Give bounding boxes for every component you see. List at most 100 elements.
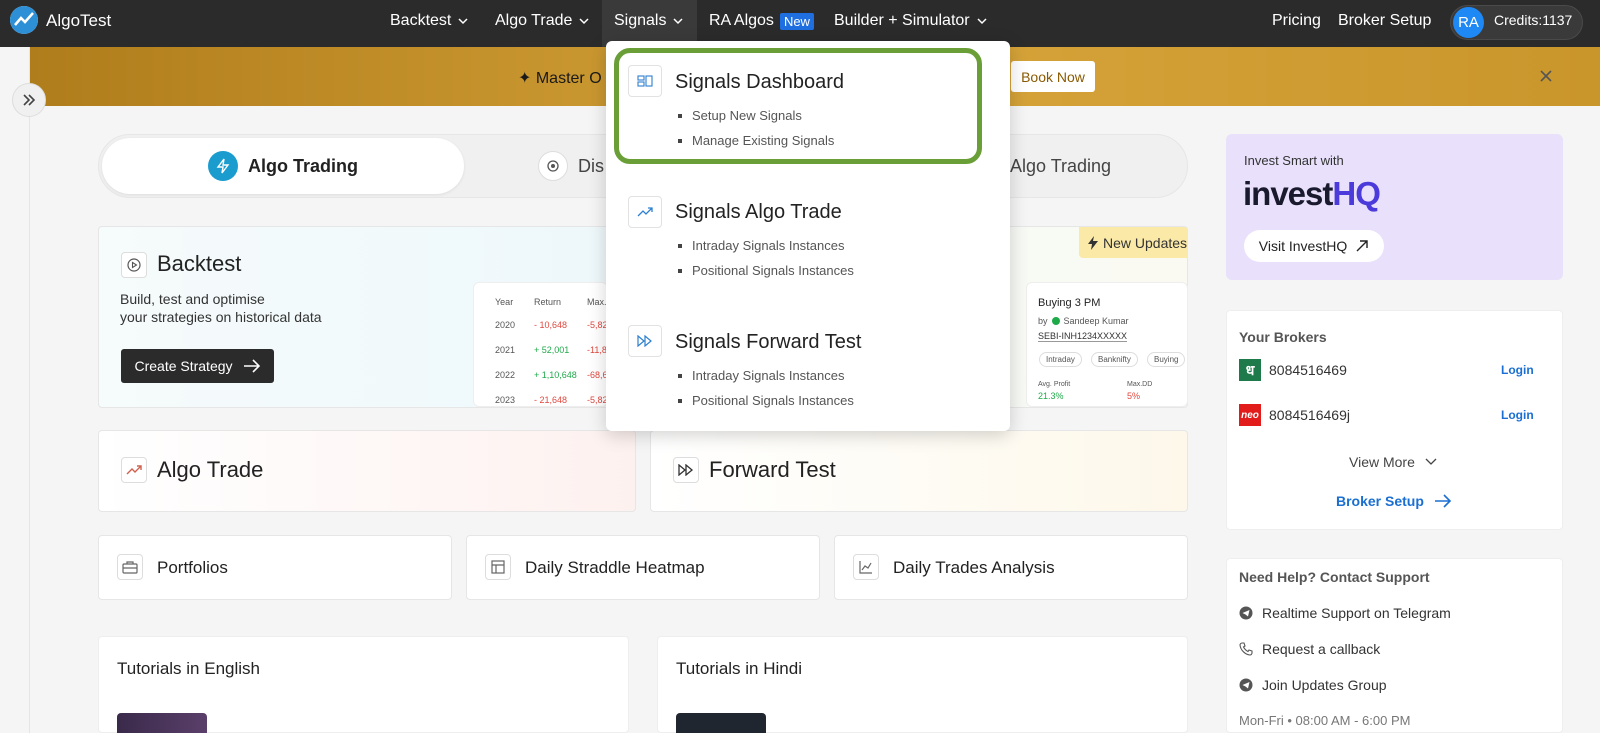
preview-by: by: [1038, 316, 1048, 326]
backtest-desc-line2: your strategies on historical data: [120, 309, 322, 325]
algo-positional-instances-link[interactable]: Positional Signals Instances: [678, 263, 854, 278]
table-cell: -11,8: [587, 345, 607, 355]
phone-icon: [1239, 642, 1253, 656]
nav-algo-trade-label: Algo Trade: [495, 12, 573, 29]
signals-algo-trade-link[interactable]: Signals Algo Trade: [675, 201, 842, 224]
visit-investhq-label: Visit InvestHQ: [1258, 238, 1348, 254]
tutorials-english-title: Tutorials in English: [117, 659, 260, 678]
request-callback-label: Request a callback: [1262, 641, 1381, 657]
bullet: [678, 268, 682, 273]
nav-builder-label: Builder + Simulator: [834, 12, 970, 29]
nav-algo-trade[interactable]: Algo Trade: [495, 12, 590, 30]
preview-stat2-value: 5%: [1127, 391, 1141, 401]
trending-up-icon: [628, 196, 662, 228]
nav-builder-simulator[interactable]: Builder + Simulator: [834, 12, 988, 30]
table-cell: -5,82: [587, 320, 608, 330]
support-telegram-label: Realtime Support on Telegram: [1262, 605, 1451, 621]
broker-login-link[interactable]: Login: [1501, 408, 1534, 422]
tutorials-hindi-title: Tutorials in Hindi: [676, 659, 802, 678]
chevron-down-icon: [458, 18, 468, 25]
ft-intraday-instances-link[interactable]: Intraday Signals Instances: [678, 368, 844, 383]
support-telegram-link[interactable]: Realtime Support on Telegram: [1239, 605, 1451, 621]
view-more-label: View More: [1349, 454, 1415, 470]
brokers-title: Your Brokers: [1239, 329, 1327, 345]
chevron-down-icon: [673, 18, 684, 25]
avatar[interactable]: RA: [1453, 7, 1484, 38]
preview-sebi: SEBI-INH1234XXXXX: [1038, 331, 1128, 342]
new-badge: New: [779, 12, 814, 30]
support-hours: Mon-Fri • 08:00 AM - 6:00 PM: [1239, 713, 1411, 728]
broker-setup-label: Broker Setup: [1336, 493, 1424, 509]
tab-second-icon[interactable]: [538, 151, 568, 181]
support-title: Need Help? Contact Support: [1239, 569, 1430, 585]
sidebar-toggle-button[interactable]: [12, 83, 46, 117]
preview-stat1-value: 21.3%: [1038, 391, 1064, 401]
table-cell: - 21,648: [534, 395, 568, 405]
join-updates-link[interactable]: Join Updates Group: [1239, 677, 1387, 693]
nav-ra-algos-label: RA Algos: [709, 12, 774, 29]
double-chevron-right-icon: [23, 94, 36, 106]
request-callback-link[interactable]: Request a callback: [1239, 641, 1380, 657]
broker-number: 8084516469j: [1269, 407, 1350, 423]
broker-logo: ध: [1239, 359, 1261, 381]
tab-second-label[interactable]: Dis: [578, 156, 604, 177]
backtest-preview-table: Year Return Max. 2020 - 10,648 -5,82 202…: [473, 282, 608, 407]
table-cell: -5,82: [587, 395, 608, 405]
tutorial-thumbnail[interactable]: [676, 713, 766, 733]
nav-ra-algos[interactable]: RA Algos New: [709, 12, 814, 30]
table-cell: - 10,648: [534, 320, 568, 330]
ft-positional-instances-link[interactable]: Positional Signals Instances: [678, 393, 854, 408]
broker-number: 8084516469: [1269, 362, 1347, 378]
signals-forward-test-link[interactable]: Signals Forward Test: [675, 331, 861, 354]
visit-investhq-button[interactable]: Visit InvestHQ: [1244, 230, 1384, 262]
algo-intraday-instances-link[interactable]: Intraday Signals Instances: [678, 238, 844, 253]
broker-setup-link[interactable]: Broker Setup: [1336, 493, 1452, 509]
play-circle-icon: [121, 252, 147, 278]
backtest-title: Backtest: [157, 251, 242, 276]
tab-third-label[interactable]: Algo Trading: [1010, 156, 1111, 177]
algo-positional-label: Positional Signals Instances: [692, 263, 854, 278]
nav-signals[interactable]: Signals: [614, 12, 684, 30]
trades-analysis-title: Daily Trades Analysis: [893, 558, 1055, 577]
nav-backtest[interactable]: Backtest: [390, 12, 469, 30]
portfolios-card[interactable]: [98, 535, 452, 600]
forward-test-title: Forward Test: [709, 457, 836, 482]
brand-name[interactable]: AlgoTest: [46, 11, 111, 31]
new-updates-label: New Updates: [1103, 234, 1188, 251]
investhq-logo-b: HQ: [1332, 175, 1380, 212]
broker-login-link[interactable]: Login: [1501, 363, 1534, 377]
preview-title: Buying 3 PM: [1038, 297, 1101, 309]
preview-stat2-label: Max.DD: [1127, 381, 1153, 388]
algo-intraday-label: Intraday Signals Instances: [692, 238, 845, 253]
tutorial-thumbnail[interactable]: [117, 713, 207, 733]
nav-broker-setup[interactable]: Broker Setup: [1338, 12, 1431, 30]
bullet: [678, 243, 682, 248]
algotest-logo-icon[interactable]: [10, 6, 38, 34]
ft-positional-label: Positional Signals Instances: [692, 393, 854, 408]
table-header-max: Max.: [587, 297, 607, 307]
close-icon[interactable]: [1538, 68, 1554, 84]
preview-stat1-label: Avg. Profit: [1038, 381, 1071, 388]
book-now-button[interactable]: Book Now: [1011, 61, 1095, 92]
algo-trade-title: Algo Trade: [157, 457, 264, 482]
nav-backtest-label: Backtest: [390, 12, 452, 29]
view-more-button[interactable]: View More: [1349, 454, 1437, 470]
broker-logo: neo: [1239, 404, 1261, 426]
nav-pricing[interactable]: Pricing: [1272, 12, 1321, 30]
preview-tag: Buying: [1147, 352, 1186, 367]
signal-preview-card: Buying 3 PM by Sandeep Kumar SEBI-INH123…: [1026, 282, 1188, 407]
fast-forward-icon: [673, 457, 699, 483]
arrow-right-icon: [1434, 494, 1452, 508]
chevron-down-icon: [579, 18, 589, 25]
telegram-icon: [1239, 678, 1253, 692]
chevron-down-icon: [1425, 458, 1437, 465]
preview-tag: Intraday: [1039, 352, 1082, 367]
lightning-icon: [1088, 235, 1098, 250]
arrow-up-right-icon: [1356, 240, 1368, 252]
table-cell: 2020: [495, 320, 516, 330]
create-strategy-button[interactable]: Create Strategy: [121, 349, 274, 383]
heatmap-title: Daily Straddle Heatmap: [525, 558, 705, 577]
chevron-down-icon: [977, 18, 987, 25]
investhq-tagline: Invest Smart with: [1244, 153, 1344, 168]
new-updates-badge[interactable]: New Updates: [1079, 227, 1188, 258]
